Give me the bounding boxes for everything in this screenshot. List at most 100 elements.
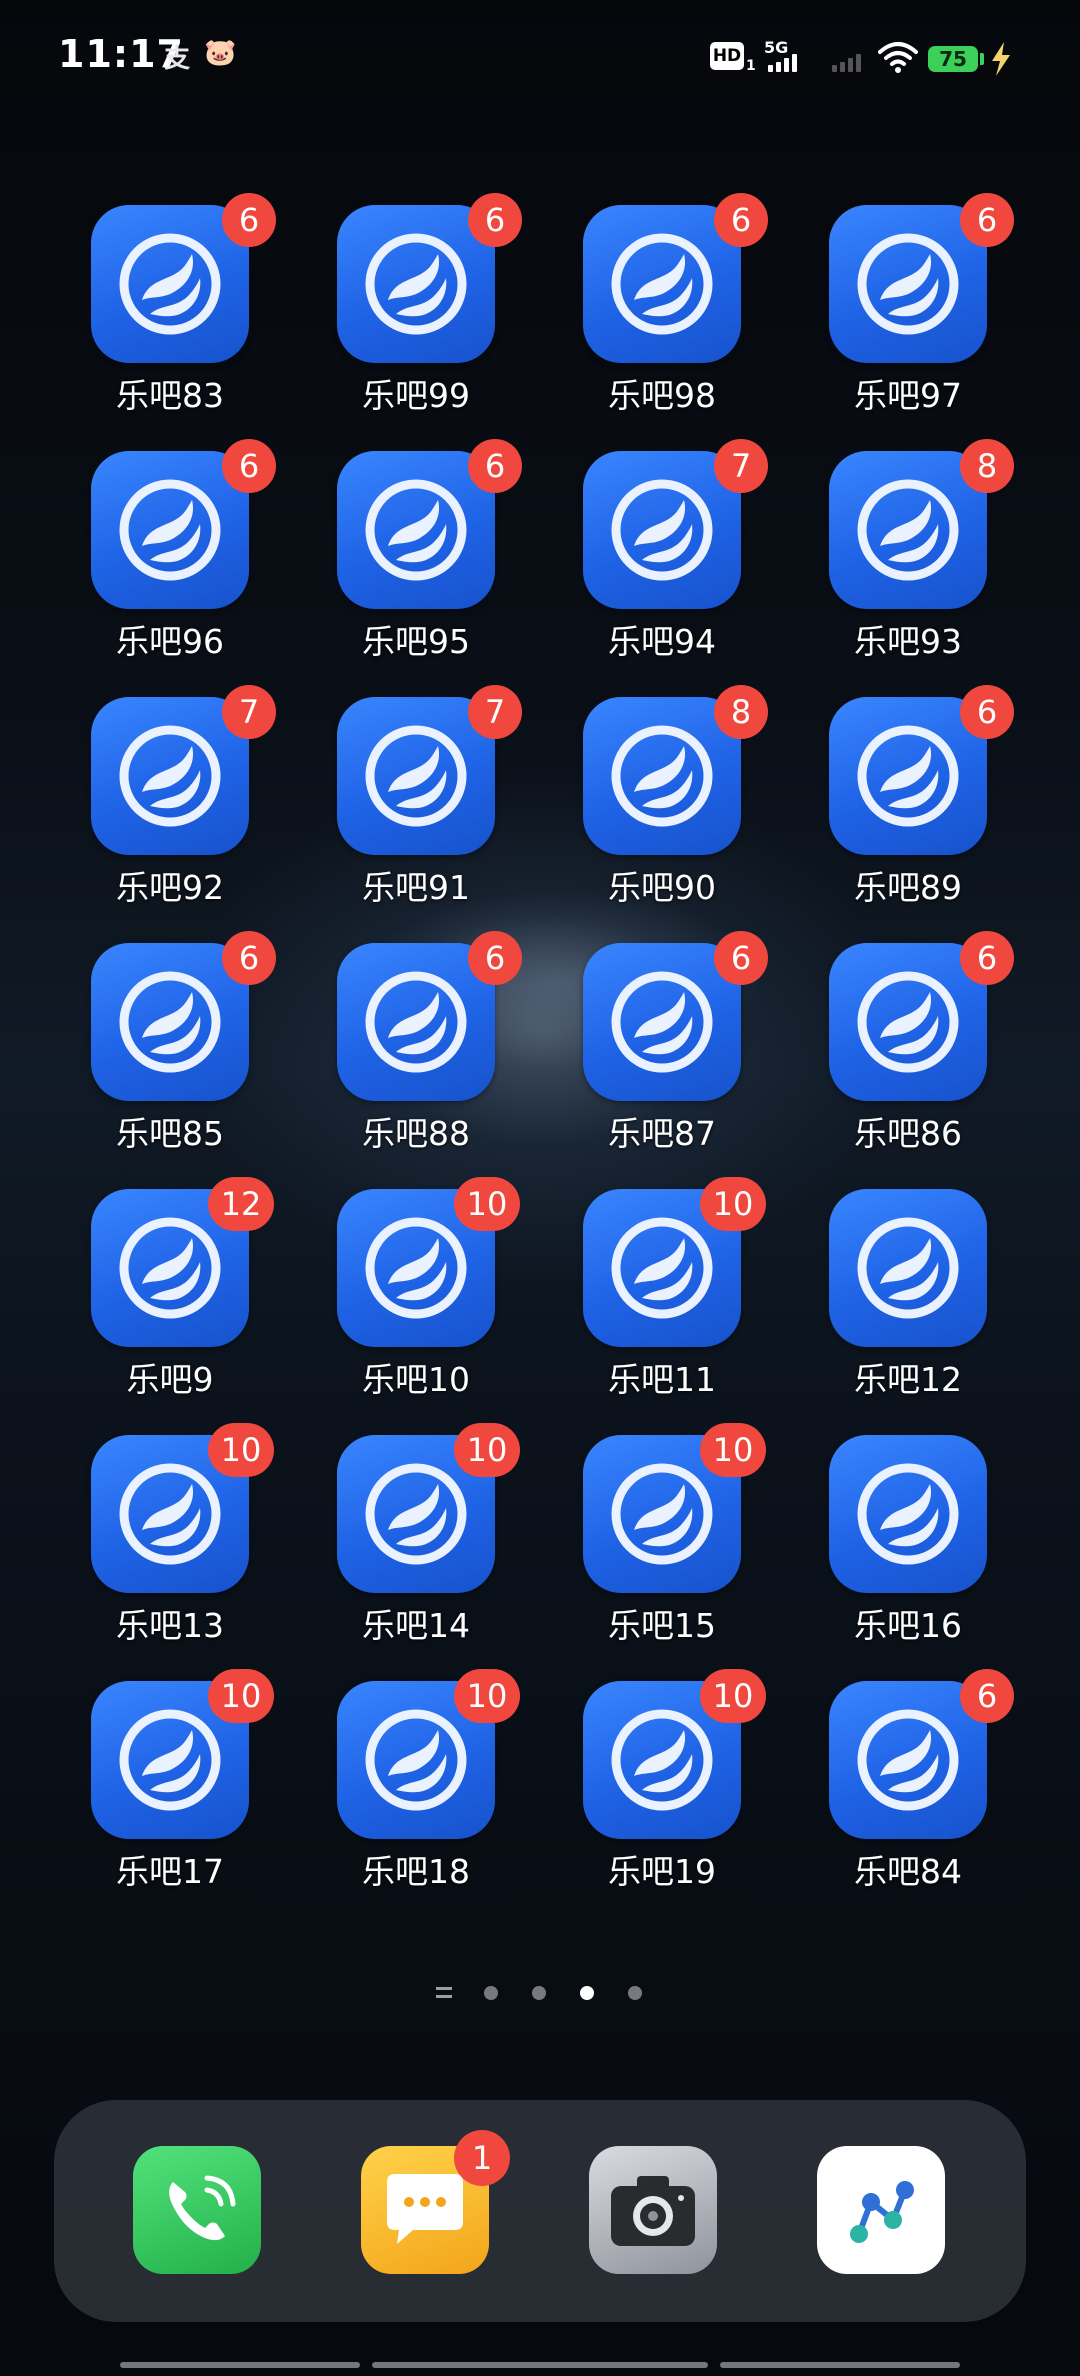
app-label: 乐吧19: [608, 1852, 716, 1891]
notification-badge: 6: [714, 193, 768, 247]
app-label: 乐吧87: [608, 1114, 716, 1153]
app-icon-button[interactable]: 6 乐吧89: [788, 685, 1014, 907]
app-icon-button[interactable]: 10 乐吧13: [50, 1423, 274, 1645]
app-icon-button[interactable]: 8 乐吧90: [542, 685, 768, 907]
app-icon-button[interactable]: 6 乐吧95: [296, 439, 522, 661]
app-icon-button[interactable]: 7 乐吧92: [50, 685, 276, 907]
leba-logo-icon: [611, 1217, 713, 1319]
notification-badge: 10: [454, 1177, 520, 1231]
leba-logo-icon: [365, 971, 467, 1073]
app-icon-button[interactable]: 10 乐吧14: [296, 1423, 520, 1645]
dock: 1: [54, 2100, 1026, 2322]
leba-logo-icon: [857, 1709, 959, 1811]
leba-logo-icon: [119, 233, 221, 335]
page-indicator[interactable]: [430, 1982, 650, 2002]
notification-badge: 10: [454, 1423, 520, 1477]
leba-logo-icon: [611, 725, 713, 827]
notification-badge: 6: [960, 931, 1014, 985]
app-icon-button[interactable]: 乐吧16: [788, 1435, 988, 1645]
app-icon-button[interactable]: 7 乐吧91: [296, 685, 522, 907]
app-label: 乐吧86: [854, 1114, 962, 1153]
leba-logo-icon: [365, 725, 467, 827]
notification-badge: 8: [960, 439, 1014, 493]
share-icon: [850, 2181, 914, 2243]
page-dot-2[interactable]: [484, 1986, 498, 2000]
leba-logo-icon: [119, 1217, 221, 1319]
nav-bar-segment-center[interactable]: [372, 2362, 708, 2368]
app-icon-button[interactable]: 6 乐吧86: [788, 931, 1014, 1153]
app-icon-button[interactable]: 10 乐吧15: [542, 1423, 766, 1645]
page-dot-1[interactable]: [436, 1987, 452, 1999]
app-icon-button[interactable]: 8 乐吧93: [788, 439, 1014, 661]
leba-logo-icon: [857, 1217, 959, 1319]
app-label: 乐吧83: [116, 376, 224, 415]
app-icon-button[interactable]: 6 乐吧87: [542, 931, 768, 1153]
leba-logo-icon: [857, 233, 959, 335]
phone-app[interactable]: [133, 2146, 261, 2274]
app-icon-button[interactable]: 6 乐吧88: [296, 931, 522, 1153]
notification-badge: 10: [700, 1669, 766, 1723]
app-icon-button[interactable]: 10 乐吧10: [296, 1177, 520, 1399]
notification-badge: 6: [222, 931, 276, 985]
leba-logo-icon: [857, 479, 959, 581]
app-label: 乐吧88: [362, 1114, 470, 1153]
leba-logo-icon: [119, 1463, 221, 1565]
notification-badge: 6: [960, 1669, 1014, 1723]
notification-badge: 6: [222, 193, 276, 247]
notification-badge: 6: [960, 685, 1014, 739]
app-tile[interactable]: [829, 1189, 987, 1347]
app-icon-button[interactable]: 10 乐吧17: [50, 1669, 274, 1891]
app-label: 乐吧92: [116, 868, 224, 907]
app-icon-button[interactable]: 6 乐吧99: [296, 193, 522, 415]
nav-bar-segment-left: [120, 2362, 360, 2368]
app-icon-button[interactable]: 10 乐吧18: [296, 1669, 520, 1891]
app-label: 乐吧95: [362, 622, 470, 661]
app-label: 乐吧16: [854, 1606, 962, 1645]
app-label: 乐吧84: [854, 1852, 962, 1891]
notification-badge: 10: [700, 1177, 766, 1231]
app-icon-button[interactable]: 6 乐吧98: [542, 193, 768, 415]
app-label: 乐吧13: [116, 1606, 224, 1645]
notification-badge: 6: [468, 931, 522, 985]
leba-logo-icon: [119, 971, 221, 1073]
app-label: 乐吧15: [608, 1606, 716, 1645]
app-icon-button[interactable]: 6 乐吧83: [50, 193, 276, 415]
notification-badge: 12: [208, 1177, 274, 1231]
app-label: 乐吧9: [126, 1360, 214, 1399]
app-label: 乐吧98: [608, 376, 716, 415]
app-icon-button[interactable]: 10 乐吧19: [542, 1669, 766, 1891]
app-icon-button[interactable]: 6 乐吧97: [788, 193, 1014, 415]
leba-logo-icon: [119, 725, 221, 827]
app-label: 乐吧12: [854, 1360, 962, 1399]
app-icon-button[interactable]: 10 乐吧11: [542, 1177, 766, 1399]
leba-logo-icon: [365, 1709, 467, 1811]
share-app[interactable]: [817, 2146, 945, 2274]
app-icon-button[interactable]: 乐吧12: [788, 1189, 988, 1399]
camera-app[interactable]: [589, 2146, 717, 2274]
app-tile[interactable]: [829, 1435, 987, 1593]
leba-logo-icon: [611, 233, 713, 335]
notification-badge: 6: [714, 931, 768, 985]
app-icon-button[interactable]: 6 乐吧84: [788, 1669, 1014, 1891]
notification-badge: 10: [700, 1423, 766, 1477]
leba-logo-icon: [119, 1709, 221, 1811]
page-dot-4-active[interactable]: [580, 1986, 594, 2000]
page-dot-3[interactable]: [532, 1986, 546, 2000]
nav-bar-segment-right: [720, 2362, 960, 2368]
app-label: 乐吧91: [362, 868, 470, 907]
app-icon-button[interactable]: 12 乐吧9: [50, 1177, 274, 1399]
notification-badge: 10: [454, 1669, 520, 1723]
notification-badge: 7: [714, 439, 768, 493]
notification-badge: 10: [208, 1423, 274, 1477]
app-icon-button[interactable]: 7 乐吧94: [542, 439, 768, 661]
app-icon-button[interactable]: 6 乐吧85: [50, 931, 276, 1153]
app-label: 乐吧93: [854, 622, 962, 661]
phone-icon: [169, 2175, 236, 2241]
notification-badge: 6: [222, 439, 276, 493]
app-icon-button[interactable]: 6 乐吧96: [50, 439, 276, 661]
leba-logo-icon: [365, 1217, 467, 1319]
leba-logo-icon: [611, 1463, 713, 1565]
notification-badge: 6: [960, 193, 1014, 247]
page-dot-5[interactable]: [628, 1986, 642, 2000]
leba-logo-icon: [857, 1463, 959, 1565]
